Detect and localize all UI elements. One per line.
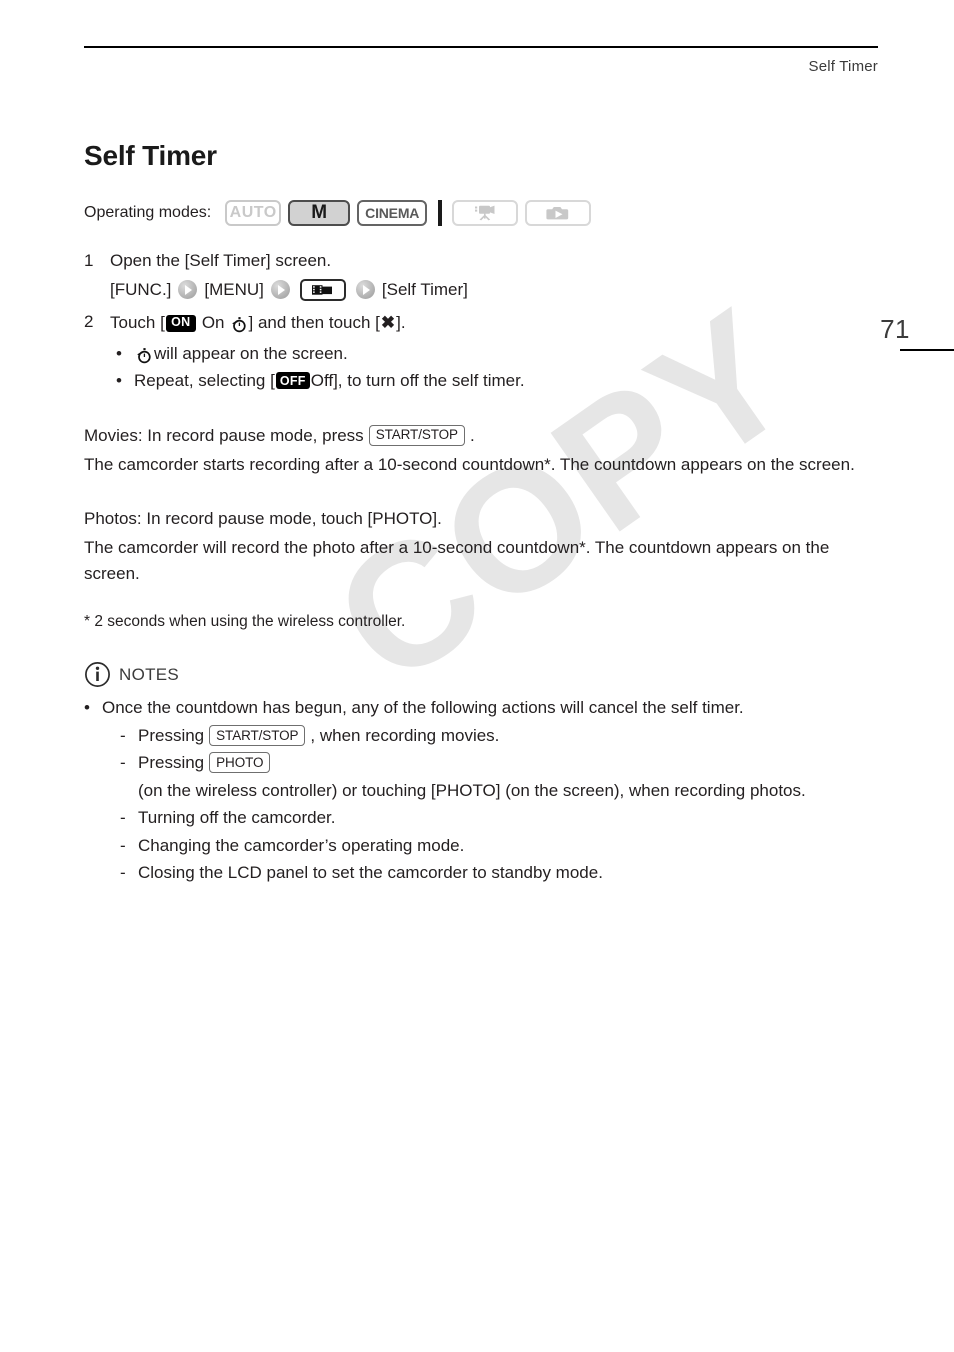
notes-block: NOTES • Once the countdown has begun, an… (84, 661, 884, 887)
mode-badge-auto: AUTO (225, 200, 282, 226)
filmstrip-camera-icon (311, 284, 332, 295)
note-sub-after: , when recording movies. (310, 725, 500, 745)
notes-heading: NOTES (84, 661, 884, 688)
photo-playback-icon (546, 207, 569, 220)
note-sub-text: Closing the LCD panel to set the camcord… (138, 863, 603, 883)
step-2-mid: ] and then touch [ (248, 312, 380, 332)
section-movies-heading: Movies: In record pause mode, press STAR… (84, 423, 884, 449)
note-sub-content: Pressing PHOTO (on the wireless controll… (138, 749, 838, 804)
section-movies-heading-end: . (469, 425, 475, 445)
bullet-dot: • (116, 371, 122, 391)
step-2-bullets: • will appear on the screen. • Repeat, s… (84, 340, 884, 394)
dash-marker: - (120, 753, 126, 773)
step-1-text: Open the [Self Timer] screen. (110, 251, 332, 270)
step-2-prefix: Touch [ (110, 312, 165, 332)
mode-divider (438, 200, 443, 226)
note-sub-before: Pressing (138, 725, 205, 745)
section-photos-body: The camcorder will record the photo afte… (84, 538, 830, 583)
dash-marker: - (120, 835, 126, 855)
section-movies: Movies: In record pause mode, press STAR… (84, 423, 884, 478)
list-item: • Repeat, selecting [ OFF Off], to turn … (116, 367, 884, 394)
dash-marker: - (120, 725, 126, 745)
list-item: - Changing the camcorder’s operating mod… (120, 832, 884, 860)
close-x-icon: ✖ (380, 312, 396, 332)
step-2-on-label: On (201, 312, 225, 332)
section-photos: Photos: In record pause mode, touch [PHO… (84, 506, 884, 587)
step-1: 1 Open the [Self Timer] screen. (84, 248, 884, 274)
running-header-title: Self Timer (808, 58, 878, 75)
note-sub-text: Turning off the camcorder. (138, 808, 336, 828)
dash-marker: - (120, 808, 126, 828)
menu-path-menu: [MENU] (204, 279, 264, 299)
page-number-divider (900, 349, 954, 351)
photo-key: PHOTO (209, 752, 271, 774)
step-1-path-body: [FUNC.] [MENU] [Self Timer] (110, 277, 468, 303)
footnote: * 2 seconds when using the wireless cont… (84, 613, 406, 631)
badge-off: OFF (275, 372, 310, 390)
notes-title: NOTES (119, 664, 180, 684)
page-title: Self Timer (84, 140, 217, 171)
bullet-text-post: Off], to turn off the self timer. (310, 371, 525, 391)
step-1-path: [FUNC.] [MENU] [Self Timer] (84, 276, 884, 303)
section-movies-heading-text: Movies: In record pause mode, press (84, 425, 364, 445)
note-sub-after: (on the wireless controller) or touching… (138, 780, 806, 800)
mode-badge-cinema: CINEMA (357, 200, 428, 226)
mode-badge-movie-playback (452, 200, 519, 226)
arrow-right-icon (178, 280, 198, 300)
operating-modes-row: Operating modes: AUTO M CINEMA (84, 198, 884, 228)
section-photos-heading-text: Photos: In record pause mode, touch [PHO… (84, 508, 442, 528)
info-icon (84, 661, 111, 688)
arrow-right-icon (355, 280, 375, 300)
operating-modes-label: Operating modes: (84, 204, 212, 221)
bullet-text: will appear on the screen. (154, 344, 348, 364)
step-2-number: 2 (84, 311, 94, 331)
self-timer-icon (231, 315, 247, 332)
mode-badge-manual: M (288, 200, 351, 226)
list-item: • Once the countdown has begun, any of t… (84, 695, 884, 721)
step-2: 2 Touch [ ON On ] and then touch [ ✖ ]. (84, 309, 884, 336)
step-2-text: Touch [ ON On ] and then touch [ ✖ ]. (110, 310, 406, 336)
self-timer-icon (136, 345, 152, 364)
arrow-right-icon (270, 280, 290, 300)
notes-list: • Once the countdown has begun, any of t… (84, 695, 884, 721)
note-sub-text: Changing the camcorder’s operating mode. (138, 835, 465, 855)
badge-on: ON (165, 314, 196, 332)
header-divider (84, 46, 878, 48)
section-photos-heading: Photos: In record pause mode, touch [PHO… (84, 506, 884, 532)
movie-playback-icon (475, 205, 495, 221)
list-item: - Pressing PHOTO (on the wireless contro… (120, 749, 884, 804)
list-item: • will appear on the screen. (116, 340, 884, 367)
dash-marker: - (120, 863, 126, 883)
camera-setup-menu-icon (299, 278, 346, 301)
start-stop-key: START/STOP (368, 424, 465, 446)
step-2-suffix: ]. (396, 312, 406, 332)
bullet-content: will appear on the screen. (134, 340, 348, 367)
note-sub-before: Pressing (138, 753, 205, 773)
start-stop-key: START/STOP (209, 724, 306, 746)
menu-path-self-timer: [Self Timer] (381, 279, 468, 299)
menu-path-func: [FUNC.] (110, 279, 172, 299)
note-sub-content: Pressing START/STOP , when recording mov… (138, 722, 499, 750)
bullet-content: Repeat, selecting [ OFF Off], to turn of… (134, 367, 525, 394)
step-1-path-indent (84, 276, 110, 303)
note-text: Once the countdown has begun, any of the… (102, 698, 744, 718)
notes-sub-list: - Pressing START/STOP , when recording m… (84, 722, 884, 887)
bullet-text-pre: Repeat, selecting [ (134, 371, 275, 391)
page-content: Self Timer Operating modes: AUTO M CINEM… (84, 140, 884, 887)
section-movies-body: The camcorder starts recording after a 1… (84, 455, 855, 475)
bullet-dot: • (84, 698, 90, 718)
list-item: - Turning off the camcorder. (120, 804, 884, 832)
mode-badge-photo-playback (525, 200, 592, 226)
list-item: - Closing the LCD panel to set the camco… (120, 859, 884, 887)
bullet-dot: • (116, 344, 122, 364)
step-1-number: 1 (84, 251, 94, 270)
list-item: - Pressing START/STOP , when recording m… (120, 722, 884, 750)
